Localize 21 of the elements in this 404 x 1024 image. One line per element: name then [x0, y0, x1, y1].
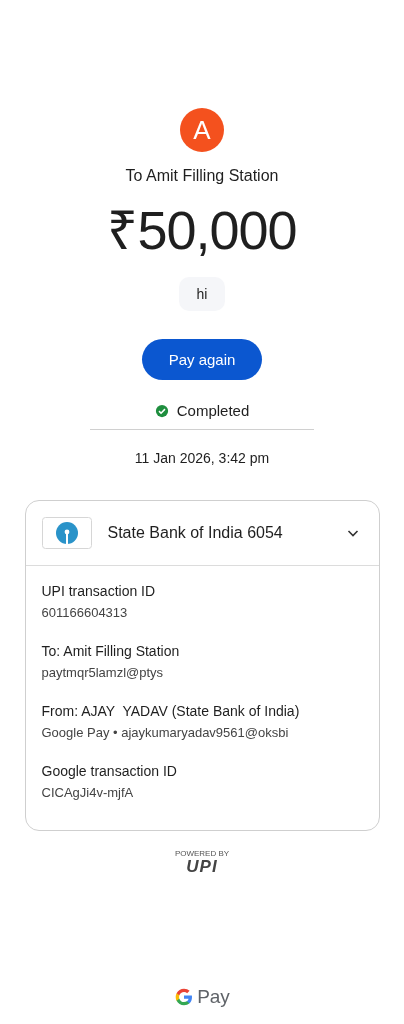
note-chip: hi [178, 277, 226, 311]
detail-label: Google transaction ID [41, 762, 178, 781]
transaction-date: 11 Jan 2026, 3:42 pm [134, 450, 270, 466]
upi-caption: POWERED BY [174, 849, 230, 858]
detail-value: Google Pay • ajaykumaryadav9561@oksbi [41, 724, 290, 742]
upi-logo: UPI [186, 858, 218, 875]
detail-value: 601166604313 [41, 604, 129, 622]
pay-again-button[interactable]: Pay again [142, 339, 262, 380]
g-logo-icon [174, 987, 195, 1007]
brand-name: Pay [197, 986, 230, 1008]
status-label: Completed [176, 402, 250, 419]
detail-label: From: AJAY YADAV (State Bank of India) [41, 702, 301, 721]
detail-value: paytmqr5lamzl@ptys [41, 664, 165, 682]
recipient-name: To Amit Filling Station [125, 167, 279, 185]
detail-label: UPI transaction ID [41, 582, 157, 601]
detail-value: CICAgJi4v-mjfA [41, 784, 135, 802]
detail-label: To: Amit Filling Station [41, 642, 181, 661]
bank-logo-icon [41, 517, 92, 549]
avatar: A [180, 108, 224, 152]
amount: ₹50,000 [107, 199, 297, 261]
bank-account: State Bank of India 6054 [107, 524, 284, 542]
